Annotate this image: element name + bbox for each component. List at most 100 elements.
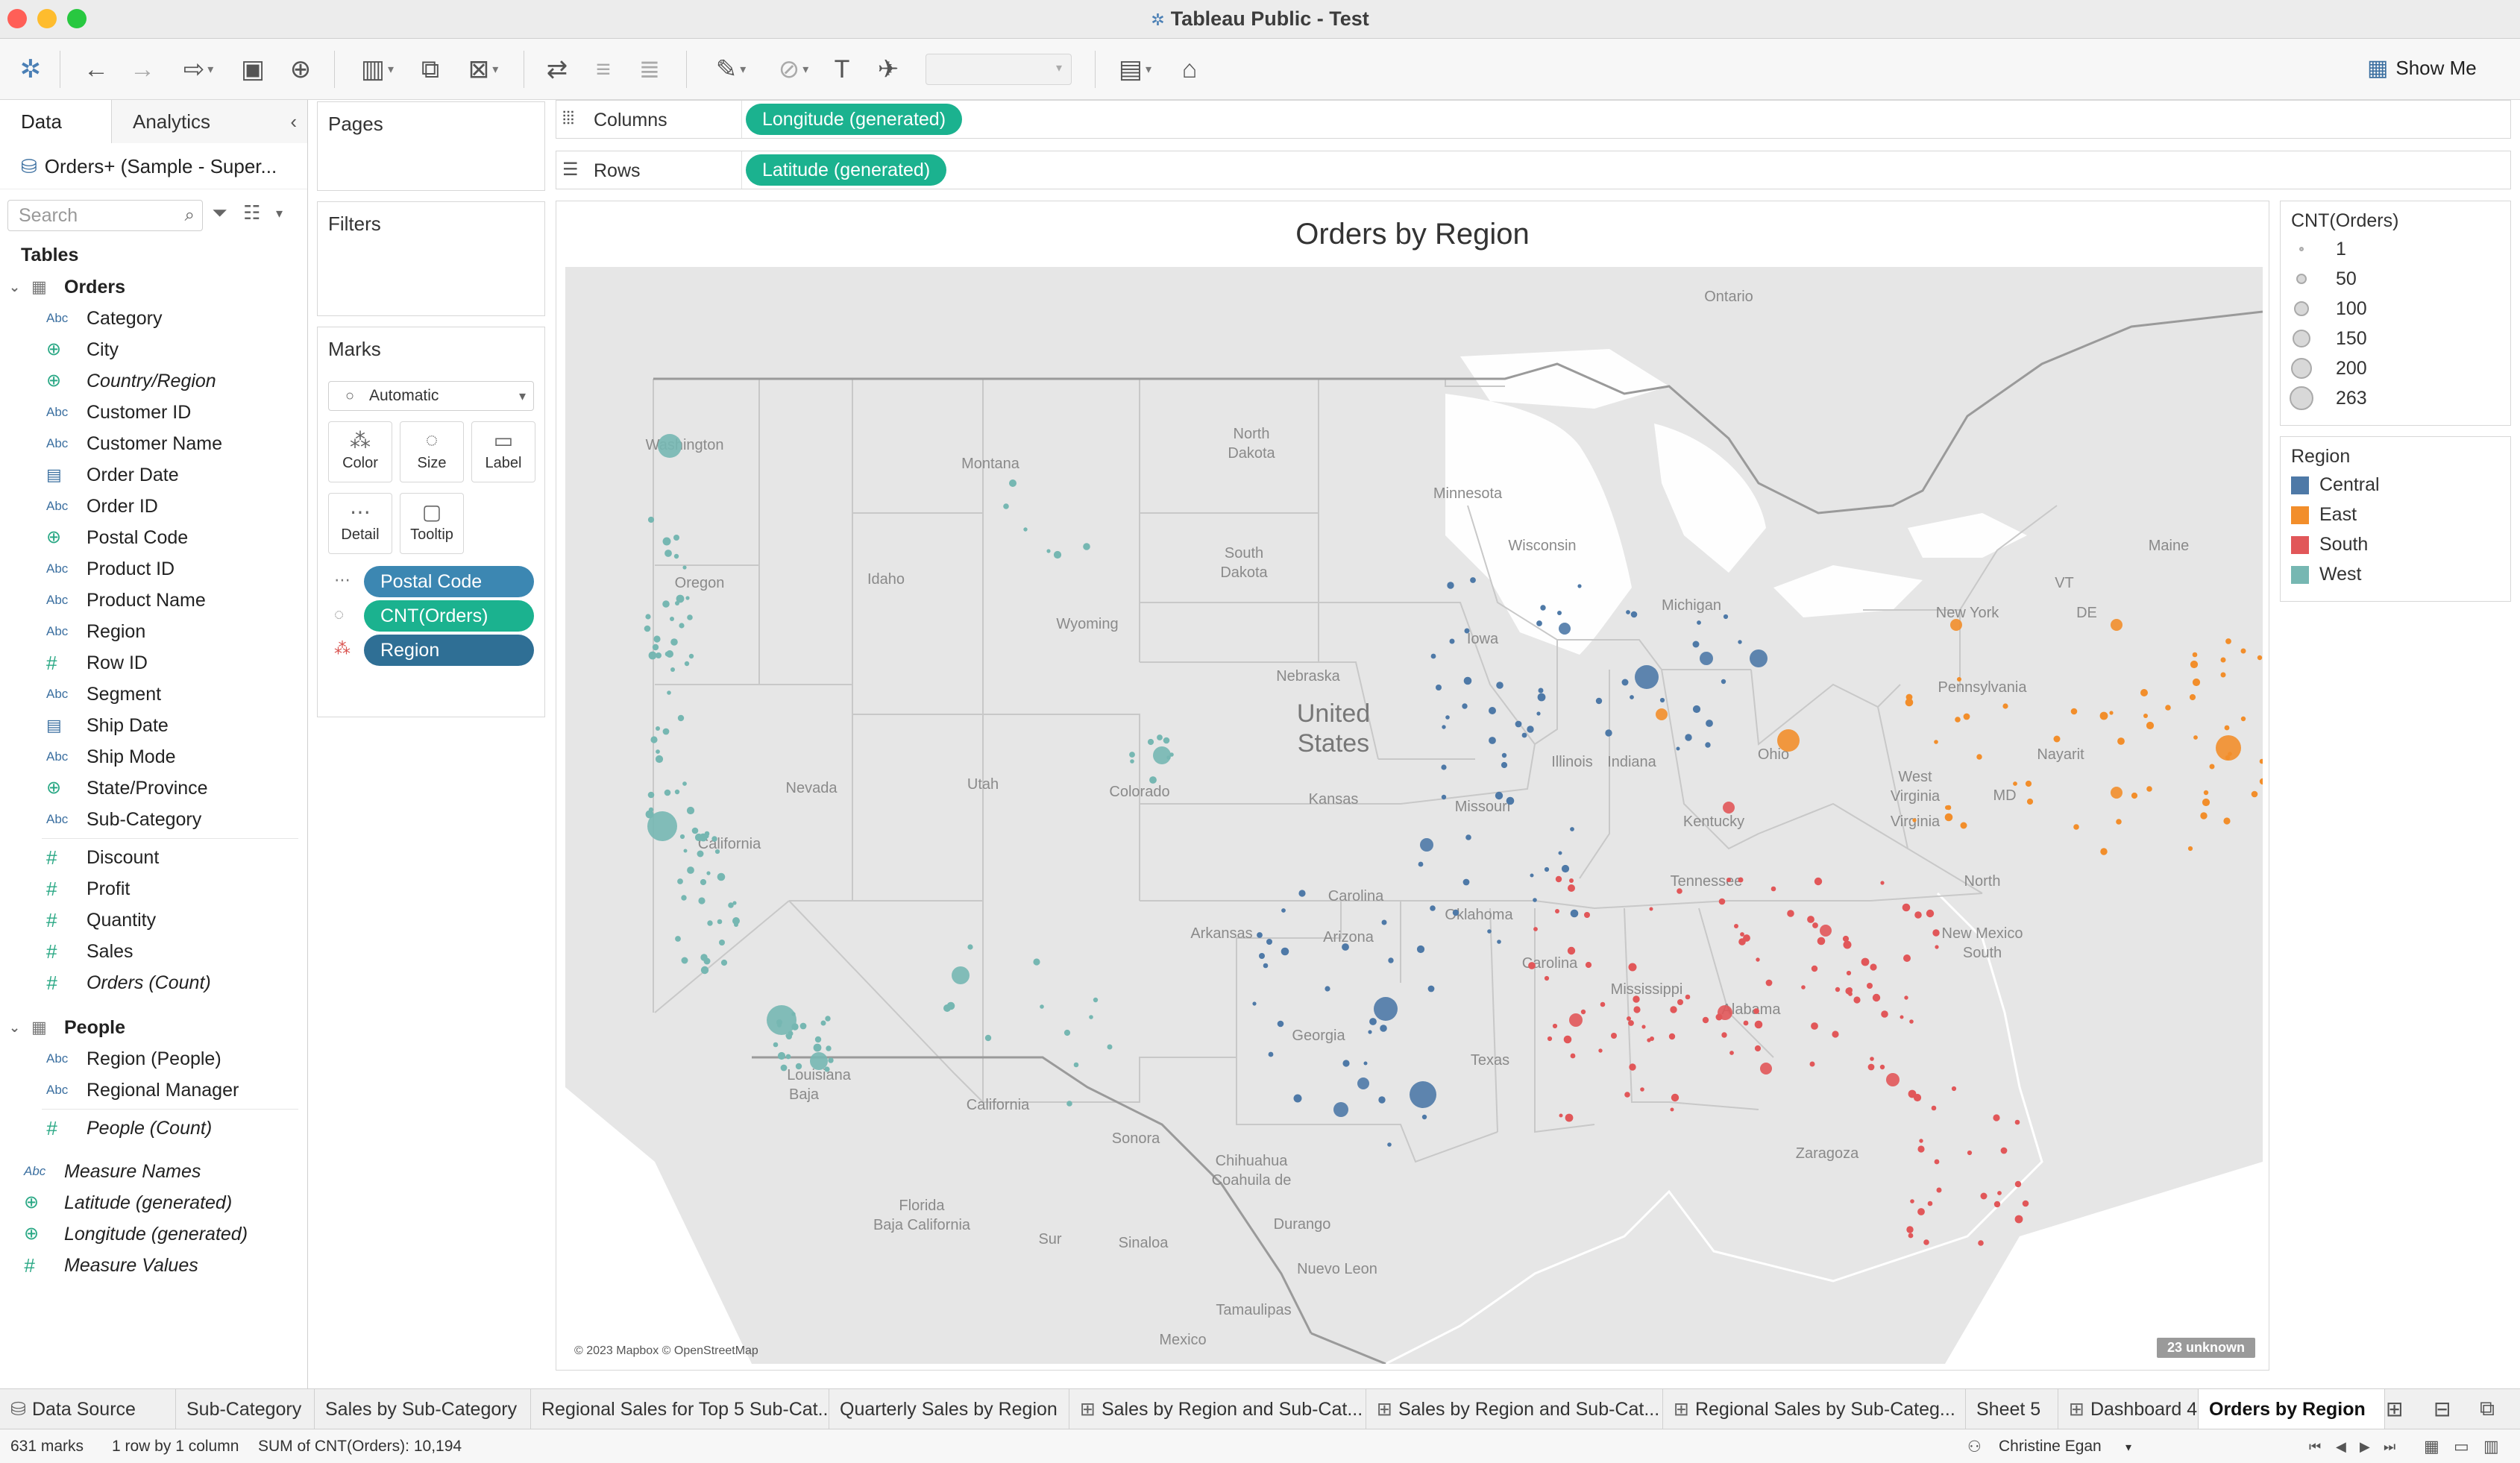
size-legend-item[interactable]: 263 [2290,383,2500,413]
map-marker[interactable] [2192,678,2201,687]
map-marker[interactable] [1487,929,1492,934]
field-item[interactable]: ▤ Order Date [0,459,307,491]
map-marker[interactable] [1754,1045,1762,1052]
map-marker[interactable] [1880,881,1885,885]
map-svg[interactable]: Ontario Washington Montana North Dakota Minne… [565,267,2263,1364]
map-marker[interactable] [1997,1191,2002,1195]
map-marker[interactable] [1427,985,1435,992]
map-marker[interactable] [1533,898,1537,902]
table-orders[interactable]: ⌄ ▦ Orders [0,271,307,303]
map-marker[interactable] [777,1051,786,1060]
chevron-down-icon[interactable]: ⌄ [9,1012,20,1043]
sheet-tab[interactable]: ⛁ Data Source [0,1389,176,1429]
map-marker[interactable] [2240,648,2246,654]
map-marker[interactable] [1463,676,1472,685]
region-pill[interactable]: Region [364,635,534,666]
map-marker[interactable] [1934,740,1938,744]
map-marker[interactable] [679,834,685,840]
map-marker[interactable] [1489,737,1496,744]
map-marker[interactable] [681,957,688,964]
map-marker[interactable] [1743,1020,1749,1026]
mark-field-cnt-orders[interactable]: ◌ CNT(Orders) [328,599,537,633]
tableau-home-icon[interactable]: ✲ [9,39,52,100]
filter-fields-icon[interactable]: ⏷ [212,201,227,225]
unknown-indicator[interactable]: 23 unknown [2156,1338,2255,1358]
map-marker[interactable] [984,1034,992,1042]
map-marker[interactable] [656,726,660,731]
map-marker[interactable] [1853,996,1861,1004]
map-marker[interactable] [1569,1013,1583,1027]
map-marker[interactable] [785,1054,791,1060]
map-marker[interactable] [1462,703,1468,709]
chevron-down-icon[interactable]: ⌄ [9,271,20,303]
map-marker[interactable] [1913,1093,1922,1102]
map-marker[interactable] [1378,1096,1386,1104]
field-item[interactable]: ⊕ Postal Code [0,522,307,553]
map-marker[interactable] [1787,910,1794,917]
map-marker[interactable] [2228,752,2232,756]
map-marker[interactable] [1157,734,1163,740]
map-marker[interactable] [1670,1107,1674,1112]
map-marker[interactable] [1107,1044,1113,1050]
map-marker[interactable] [1820,925,1832,937]
map-marker[interactable] [1640,1087,1644,1092]
sort-ascending-icon[interactable]: ≡ [582,39,625,100]
map-marker[interactable] [1934,1159,1940,1165]
map-marker[interactable] [1387,1142,1392,1147]
map-marker[interactable] [700,954,708,961]
collapse-pane-icon[interactable]: ‹ [290,110,297,133]
map-marker[interactable] [1515,720,1522,728]
map-marker[interactable] [1734,924,1738,928]
tab-data[interactable]: Data [0,100,112,143]
map-marker[interactable] [2026,798,2034,805]
map-marker[interactable] [810,1052,828,1070]
map-marker[interactable] [1706,720,1713,727]
map-marker[interactable] [1277,1020,1284,1028]
map-marker[interactable] [1993,1114,2000,1121]
map-marker[interactable] [1692,641,1700,648]
field-item[interactable]: Abc Region [0,616,307,647]
map-marker[interactable] [2022,1200,2029,1207]
map-marker[interactable] [2220,657,2226,663]
map-marker[interactable] [683,849,688,853]
size-legend-item[interactable]: 200 [2291,353,2500,383]
map-marker[interactable] [1957,677,1961,682]
map-marker[interactable] [1538,688,1544,693]
map-marker[interactable] [1627,1016,1631,1021]
map-marker[interactable] [2100,848,2108,855]
map-marker[interactable] [767,1005,796,1035]
map-marker[interactable] [1904,995,1908,1000]
map-marker[interactable] [1910,1199,1914,1204]
map-marker[interactable] [1621,679,1629,686]
map-marker[interactable] [1259,953,1265,959]
sheet-tab[interactable]: Orders by Region [2199,1389,2385,1429]
field-item[interactable]: ⊕ State/Province [0,773,307,804]
map-marker[interactable] [720,959,728,966]
map-marker[interactable] [824,1066,830,1072]
last-page-icon[interactable]: ⏭ [2384,1439,2395,1455]
map-marker[interactable] [1441,794,1447,800]
map-marker[interactable] [2165,705,2171,711]
map-marker[interactable] [1600,1001,1606,1007]
map-marker[interactable] [675,936,681,942]
map-marker[interactable] [1932,929,1940,937]
map-marker[interactable] [1843,940,1852,949]
map-marker[interactable] [2209,764,2215,770]
map-marker[interactable] [1908,1233,1914,1239]
field-item[interactable]: ⊕ City [0,334,307,365]
map-marker[interactable] [1633,1006,1641,1013]
map-marker[interactable] [1670,1006,1677,1013]
fit-select[interactable] [926,54,1072,85]
field-item[interactable]: ⊕ Longitude (generated) [0,1218,307,1250]
size-legend-item[interactable]: 50 [2291,264,2500,294]
map-marker[interactable] [691,827,699,834]
map-marker[interactable] [1721,1032,1727,1038]
sheet-tab[interactable]: Sales by Sub-Category [315,1389,531,1429]
map-marker[interactable] [1595,697,1603,705]
map-marker[interactable] [662,537,671,546]
mark-field-postal-code[interactable]: ⋯ Postal Code [328,564,537,599]
map-marker[interactable] [1765,979,1773,987]
map-marker[interactable] [658,434,682,458]
map-marker[interactable] [1093,997,1099,1003]
map-marker[interactable] [1388,957,1394,963]
